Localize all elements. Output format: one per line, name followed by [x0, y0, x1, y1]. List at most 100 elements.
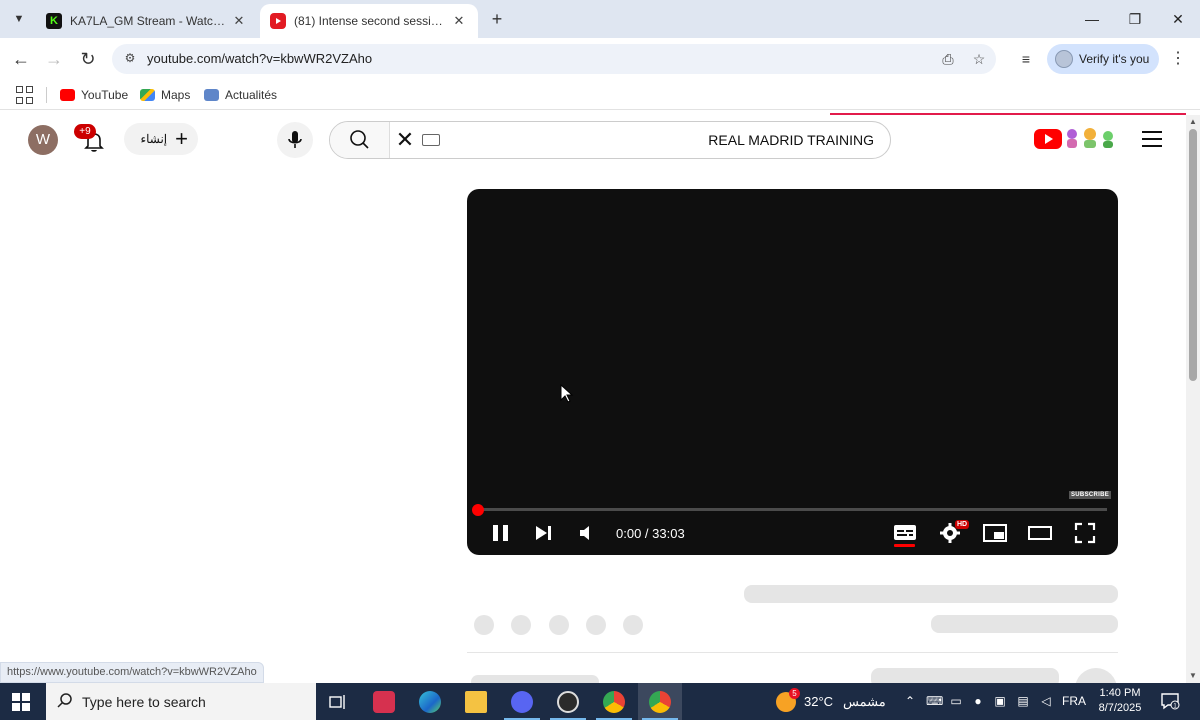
notification-center-icon[interactable]: 1 — [1160, 692, 1180, 710]
account-avatar[interactable]: W — [28, 125, 58, 155]
weather-badge: 5 — [789, 687, 800, 699]
window-close-icon[interactable]: ✕ — [1158, 6, 1198, 32]
show-hidden-icons-chevron-icon[interactable]: ⌃ — [902, 693, 918, 709]
bookmark-label: YouTube — [81, 88, 129, 102]
reload-icon[interactable]: ↻ — [75, 46, 101, 72]
video-time: 0:00 / 33:03 — [616, 526, 685, 541]
install-app-icon[interactable]: ⎙ — [938, 49, 958, 69]
action-skeleton — [871, 668, 1059, 683]
taskbar-search-box[interactable]: Type here to search — [46, 683, 316, 720]
video-player[interactable]: SUBSCRIBE 0:00 / 33:03 HD — [467, 189, 1118, 555]
taskbar-app-chrome-active[interactable] — [638, 683, 682, 720]
taskbar-app-file-explorer[interactable] — [454, 683, 498, 720]
address-bar[interactable]: ⚙ youtube.com/watch?v=kbwWR2VZAho ⎙ ☆ — [112, 44, 996, 74]
doodle-characters-icon — [1067, 128, 1113, 148]
taskbar-app-chrome[interactable] — [592, 683, 636, 720]
taskbar-app-discord[interactable] — [500, 683, 544, 720]
bookmark-news[interactable]: Actualités — [204, 86, 277, 104]
fullscreen-icon[interactable] — [1073, 521, 1097, 545]
create-button[interactable]: إنشاء + — [124, 123, 198, 155]
progress-track[interactable] — [478, 508, 1107, 511]
back-arrow-icon[interactable]: ← — [8, 46, 34, 72]
taskbar-search-placeholder: Type here to search — [82, 693, 206, 710]
next-video-icon[interactable] — [532, 521, 556, 545]
youtube-logo-icon[interactable] — [1034, 129, 1062, 149]
taskbar-app-edge[interactable] — [408, 683, 452, 720]
tab-close-icon[interactable]: ✕ — [230, 13, 248, 29]
verify-profile-button[interactable]: Verify it's you — [1047, 44, 1159, 74]
tab-search-chevron-icon[interactable]: ▼ — [8, 8, 30, 30]
bookmark-star-icon[interactable]: ☆ — [969, 49, 989, 69]
taskbar-app-pocket[interactable] — [362, 683, 406, 720]
chrome-icon — [649, 690, 671, 713]
media-control-icon[interactable]: ≡ — [1015, 48, 1037, 70]
obs-icon — [557, 690, 579, 713]
pause-icon[interactable] — [489, 521, 513, 545]
search-icon — [57, 693, 72, 708]
create-label: إنشاء — [140, 132, 168, 146]
tab-title: (81) Intense second session of the — [294, 14, 446, 28]
language-indicator[interactable]: FRA — [1062, 694, 1086, 708]
channel-skeleton — [931, 615, 1118, 633]
windows-start-icon[interactable] — [12, 693, 30, 711]
folder-icon — [465, 690, 487, 713]
miniplayer-icon[interactable] — [982, 521, 1008, 545]
bookmark-label: Maps — [161, 88, 191, 102]
keyboard-icon[interactable] — [422, 134, 440, 146]
bookmark-youtube[interactable]: YouTube — [60, 86, 128, 104]
screen: ▼ K KA7LA_GM Stream - Watch Live ✕ (81) … — [0, 0, 1200, 720]
bookmark-maps[interactable]: Maps — [140, 86, 190, 104]
scrollbar-thumb[interactable] — [1189, 129, 1197, 381]
voice-search-button[interactable] — [277, 122, 313, 158]
page-scrollbar[interactable]: ▲ ▼ — [1186, 115, 1200, 683]
network-icon[interactable]: ▤ — [1015, 693, 1031, 709]
task-view-button[interactable] — [316, 683, 360, 720]
maps-icon — [140, 89, 155, 101]
browser-menu-icon[interactable]: ⋮ — [1170, 48, 1186, 70]
windows-taskbar: Type here to search 5 32°C مشمس ⌃ ⌨ ▭ ● … — [0, 683, 1200, 720]
clear-search-icon[interactable]: ✕ — [394, 129, 416, 151]
subscribe-watermark[interactable]: SUBSCRIBE — [1069, 491, 1112, 499]
search-input[interactable]: REAL MADRID TRAINING — [708, 132, 874, 148]
description-skeleton — [471, 675, 599, 683]
sun-icon: 5 — [776, 687, 800, 712]
clock-date: 8/7/2025 — [1098, 702, 1142, 714]
site-info-icon[interactable]: ⚙ — [122, 51, 138, 67]
search-bar[interactable]: ✕ REAL MADRID TRAINING — [329, 121, 891, 159]
usb-icon[interactable]: ▭ — [948, 693, 964, 709]
forward-arrow-icon[interactable]: → — [41, 46, 67, 72]
search-icon — [350, 130, 369, 149]
captions-icon[interactable] — [892, 521, 918, 545]
scroll-down-icon[interactable]: ▼ — [1189, 672, 1197, 680]
tab-kick-stream[interactable]: K KA7LA_GM Stream - Watch Live ✕ — [36, 4, 258, 38]
system-clock[interactable]: 1:40 PM 8/7/2025 — [1094, 686, 1146, 716]
minimize-icon[interactable]: — — [1072, 6, 1112, 32]
scroll-up-icon[interactable]: ▲ — [1189, 118, 1197, 126]
microphone-tray-icon[interactable]: ● — [970, 693, 986, 709]
tab-youtube-video[interactable]: (81) Intense second session of the ✕ — [260, 4, 478, 38]
notification-badge: +9 — [74, 124, 96, 139]
new-tab-plus-icon[interactable]: + — [486, 8, 508, 30]
search-button[interactable] — [330, 122, 390, 158]
input-method-icon[interactable]: ⌨ — [926, 693, 943, 709]
speaker-icon[interactable]: ◁ — [1038, 693, 1054, 709]
chrome-icon — [603, 690, 625, 713]
volume-icon[interactable] — [575, 521, 599, 545]
restore-icon[interactable]: ❐ — [1115, 6, 1155, 32]
bookmarks-bar: YouTube Maps Actualités — [0, 80, 1200, 110]
menu-icon[interactable] — [1142, 131, 1162, 147]
theater-mode-icon[interactable] — [1027, 521, 1053, 545]
divider — [467, 652, 1118, 653]
progress-scrubber[interactable] — [472, 504, 484, 516]
weather-temperature: 32°C — [804, 694, 834, 709]
youtube-page: W +9 إنشاء + ✕ REAL MADRID TRAINING SUBS… — [0, 115, 1186, 683]
tab-close-icon[interactable]: ✕ — [450, 13, 468, 29]
taskbar-app-obs[interactable] — [546, 683, 590, 720]
display-icon[interactable]: ▣ — [992, 693, 1008, 709]
apps-grid-icon[interactable] — [16, 86, 34, 104]
address-url[interactable]: youtube.com/watch?v=kbwWR2VZAho — [147, 51, 372, 66]
clock-time: 1:40 PM — [1099, 687, 1141, 699]
kick-icon: K — [46, 13, 62, 29]
weather-widget[interactable]: 5 32°C مشمس — [776, 687, 886, 714]
pocket-icon — [373, 690, 395, 713]
